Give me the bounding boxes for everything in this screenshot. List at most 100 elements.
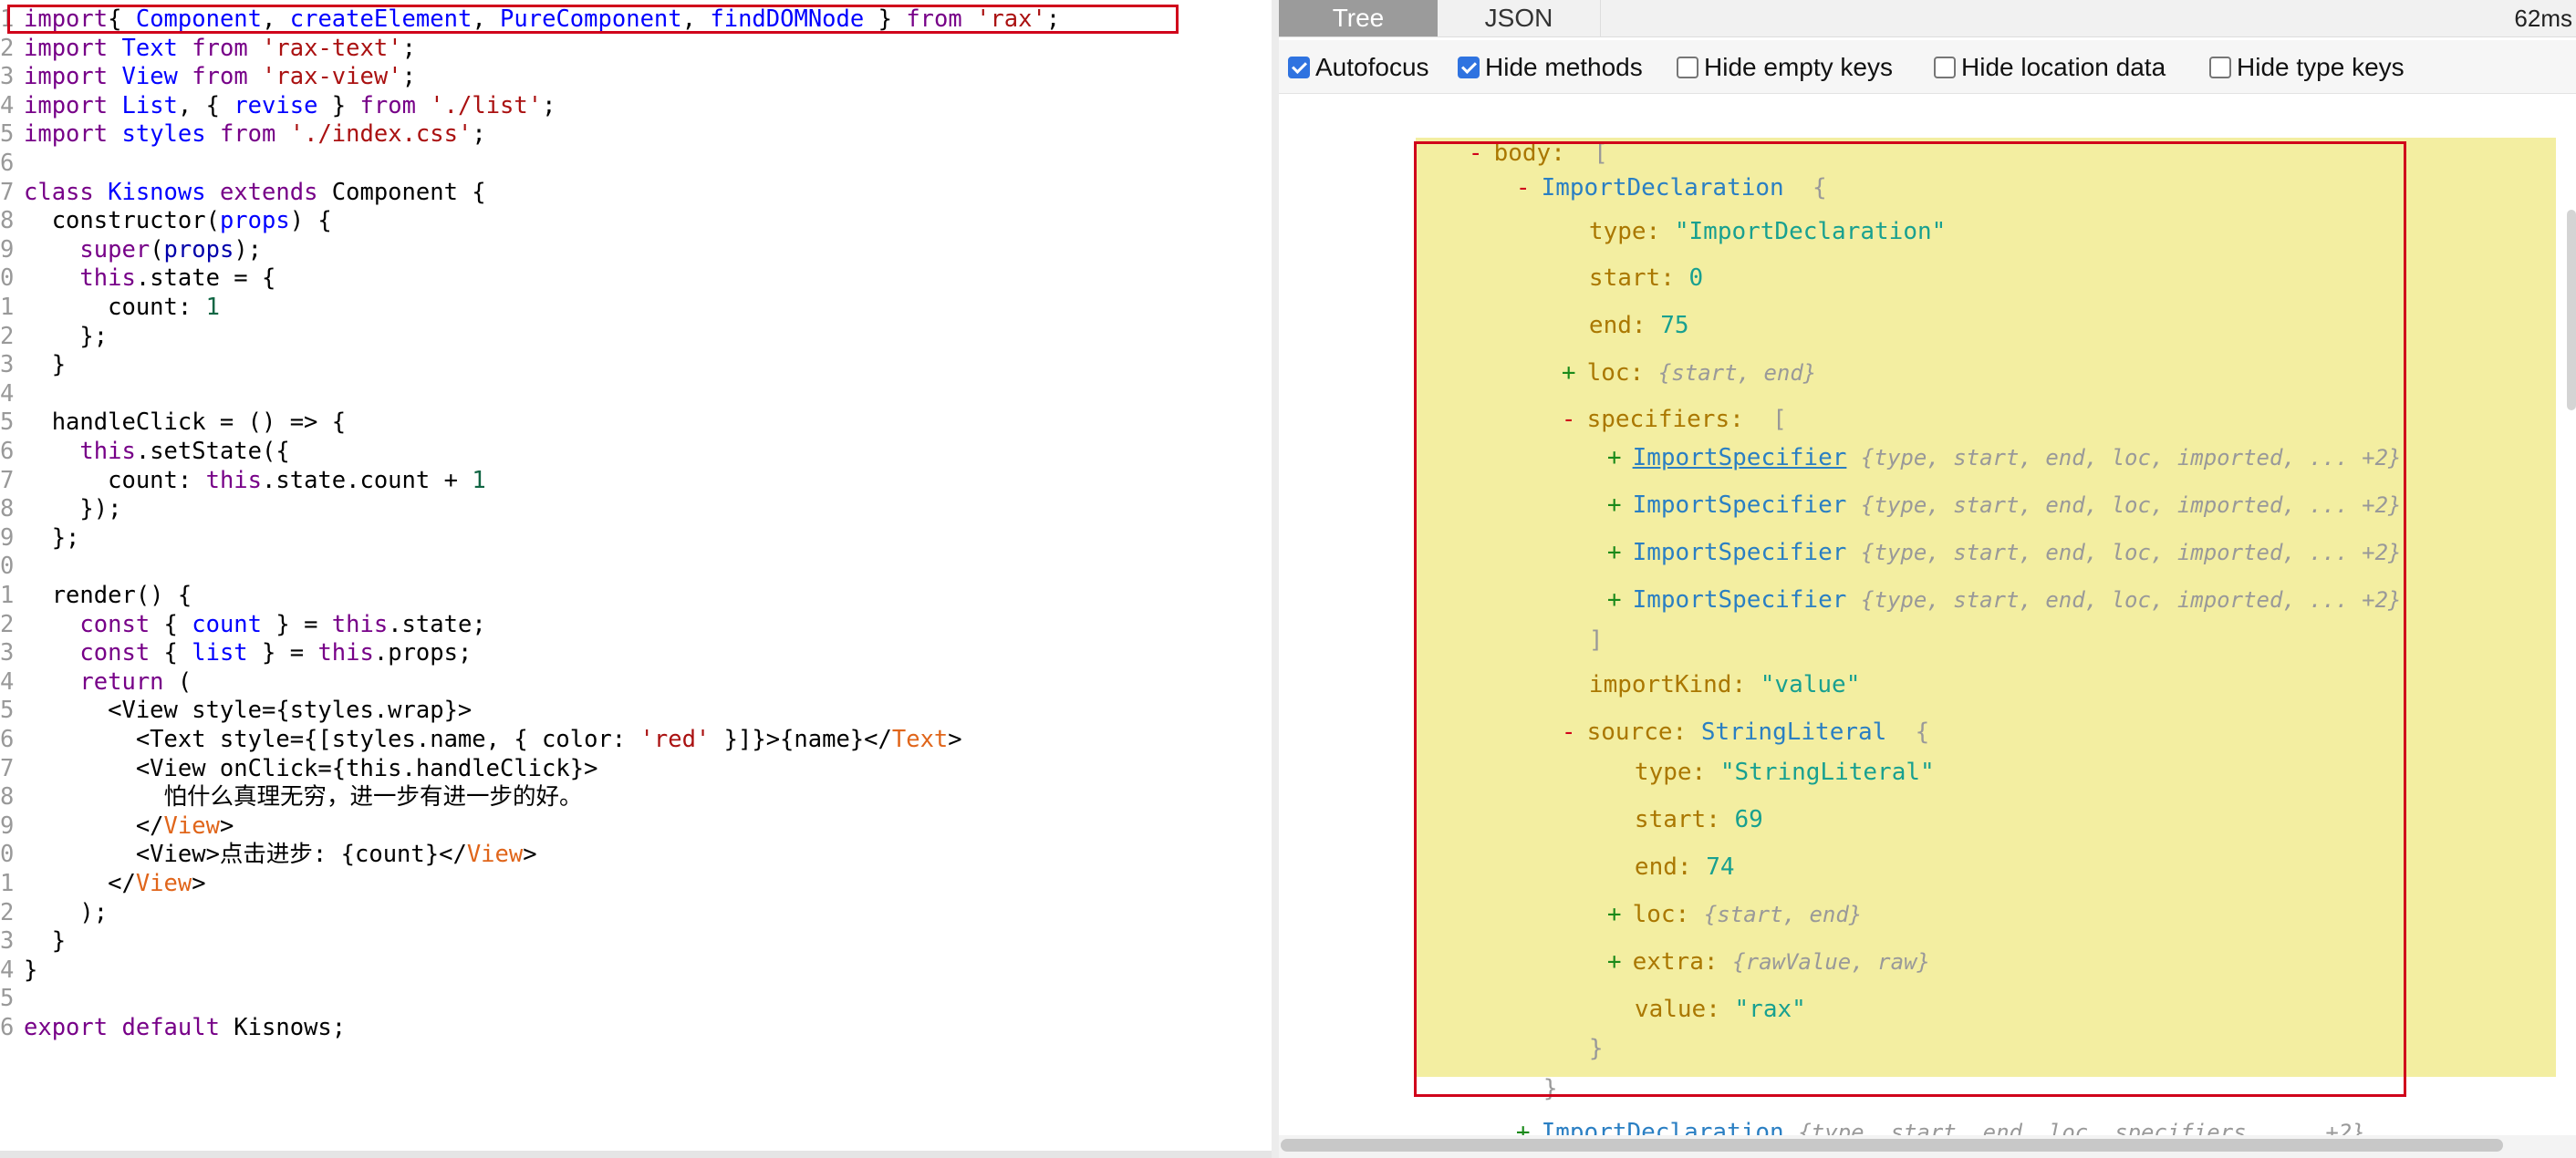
vertical-scrollbar[interactable] xyxy=(2567,210,2576,410)
option-hide-methods[interactable]: Hide methods xyxy=(1458,53,1643,82)
code-line[interactable]: 9 }; xyxy=(0,523,79,553)
tab-json[interactable]: JSON xyxy=(1438,0,1601,36)
code-line[interactable]: 1 count: 1 xyxy=(0,293,220,322)
line-number: 7 xyxy=(0,178,15,206)
code-line[interactable]: 7 count: this.state.count + 1 xyxy=(0,466,486,495)
code-line[interactable]: 0 this.state = { xyxy=(0,264,275,293)
code-line[interactable]: 6 export default Kisnows; xyxy=(0,1013,346,1042)
code-text: }); xyxy=(24,495,122,523)
code-text: }; xyxy=(24,322,109,350)
line-number: 8 xyxy=(0,783,15,812)
hide-location-data-checkbox[interactable] xyxy=(1934,57,1956,78)
line-number: 0 xyxy=(0,841,15,869)
code-line[interactable]: 0 xyxy=(0,552,18,581)
tab-bar: Tree JSON 62ms xyxy=(1279,0,2576,37)
line-number: 4 xyxy=(0,956,15,984)
code-line[interactable]: 8 constructor(props) { xyxy=(0,206,332,235)
tab-tree[interactable]: Tree xyxy=(1279,0,1438,36)
code-line[interactable]: 5 import styles from './index.css'; xyxy=(0,119,486,149)
tree-row-body[interactable]: - body: [ xyxy=(1383,107,1608,167)
line-number: 4 xyxy=(0,379,15,408)
code-text: export default Kisnows; xyxy=(24,1014,347,1041)
option-hide-empty-keys[interactable]: Hide empty keys xyxy=(1677,53,1893,82)
code-line[interactable]: 1 </View> xyxy=(0,869,206,898)
code-text: return ( xyxy=(79,667,192,696)
code-line[interactable]: 7 class Kisnows extends Component { xyxy=(0,178,486,207)
line-number: 5 xyxy=(0,120,15,149)
line-number: 6 xyxy=(0,150,15,177)
code-line[interactable]: 9 </View> xyxy=(0,812,234,841)
code-text: }; xyxy=(24,523,80,552)
line-number: 3 xyxy=(0,927,15,956)
code-text: const { list } = this.props; xyxy=(79,639,473,667)
code-text: import View from 'rax-view'; xyxy=(24,63,416,91)
option-autofocus[interactable]: Autofocus xyxy=(1288,53,1429,82)
code-line[interactable]: 8 怕什么真理无穷，进一步有进一步的好。 xyxy=(0,782,583,812)
code-line[interactable]: 2 }; xyxy=(0,322,108,351)
code-line[interactable]: 3 } xyxy=(0,926,66,956)
code-line[interactable]: 2 import Text from 'rax-text'; xyxy=(0,34,416,63)
code-line[interactable]: 3 const { list } = this.props; xyxy=(0,638,472,667)
line-number: 3 xyxy=(0,639,15,667)
code-text: handleClick = () => { xyxy=(24,408,347,437)
horizontal-scrollbar[interactable] xyxy=(1281,1139,2503,1152)
code-text: import Text from 'rax-text'; xyxy=(24,34,416,62)
code-text: <View style={styles.wrap}> xyxy=(24,697,473,725)
code-line[interactable]: 5 xyxy=(0,984,18,1013)
code-line[interactable]: 6 this.setState({ xyxy=(0,437,290,466)
code-text: ); xyxy=(24,898,109,926)
annotation-box-line-1 xyxy=(7,5,1179,34)
code-line[interactable]: 5 <View style={styles.wrap}> xyxy=(0,696,472,725)
line-number: 6 xyxy=(0,438,15,465)
code-line[interactable]: 6 <Text style={[styles.name, { color: 'r… xyxy=(0,725,962,754)
line-number: 0 xyxy=(0,264,15,293)
code-line[interactable]: 6 xyxy=(0,149,18,178)
code-line[interactable]: 7 <View onClick={this.handleClick}> xyxy=(0,754,597,783)
code-line[interactable]: 4 xyxy=(0,379,18,408)
line-number: 4 xyxy=(0,667,15,696)
code-line[interactable]: 8 }); xyxy=(0,494,121,523)
tree-row-import-declaration[interactable]: + ImportDeclaration {type, start, end, lo… xyxy=(1430,1086,2365,1146)
code-text: constructor(props) { xyxy=(24,207,332,235)
code-text: } xyxy=(24,927,67,956)
code-line[interactable]: 2 const { count } = this.state; xyxy=(0,610,486,639)
line-number: 3 xyxy=(0,351,15,379)
line-number: 5 xyxy=(0,985,15,1013)
parse-timing: 62ms xyxy=(2514,5,2572,32)
line-number: 0 xyxy=(0,553,15,581)
line-number: 6 xyxy=(0,726,15,753)
code-text: render() { xyxy=(24,582,192,609)
code-text: count: this.state.count + 1 xyxy=(24,466,486,494)
code-line[interactable]: 4 return ( xyxy=(0,667,192,697)
code-text: <Text style={[styles.name, { color: 'red… xyxy=(24,726,962,753)
code-text: 怕什么真理无穷，进一步有进一步的好。 xyxy=(24,783,583,812)
code-line[interactable]: 5 handleClick = () => { xyxy=(0,408,346,437)
hide-empty-keys-checkbox[interactable] xyxy=(1677,57,1698,78)
code-text: this.state = { xyxy=(79,264,276,293)
line-number: 9 xyxy=(0,812,15,840)
hide-methods-checkbox[interactable] xyxy=(1458,57,1480,78)
option-hide-type-keys[interactable]: Hide type keys xyxy=(2209,53,2405,82)
hide-type-keys-checkbox[interactable] xyxy=(2209,57,2231,78)
code-line[interactable]: 2 ); xyxy=(0,898,108,927)
autofocus-checkbox[interactable] xyxy=(1288,57,1310,78)
code-line[interactable]: 3 } xyxy=(0,350,66,379)
line-number: 2 xyxy=(0,898,15,926)
code-text: this.setState({ xyxy=(79,438,290,465)
code-text: const { count } = this.state; xyxy=(79,610,486,638)
line-number: 1 xyxy=(0,870,15,897)
line-number: 2 xyxy=(0,322,15,350)
line-number: 1 xyxy=(0,294,15,321)
code-editor[interactable]: 1 import{ Component, createElement, PureC… xyxy=(0,0,1272,1151)
code-line[interactable]: 9 super(props); xyxy=(0,235,262,264)
code-text: <View>点击进步: {count}</View> xyxy=(24,841,537,869)
code-line[interactable]: 4 import List, { revise } from './list'; xyxy=(0,91,556,120)
option-hide-location-data[interactable]: Hide location data xyxy=(1934,53,2166,82)
code-text: } xyxy=(24,351,67,379)
code-line[interactable]: 4} xyxy=(0,956,37,985)
code-line[interactable]: 0 <View>点击进步: {count}</View> xyxy=(0,840,537,869)
code-line[interactable]: 1 render() { xyxy=(0,581,192,610)
panel-divider[interactable] xyxy=(1272,0,1279,1158)
code-line[interactable]: 3 import View from 'rax-view'; xyxy=(0,62,416,91)
line-number: 9 xyxy=(0,235,15,264)
